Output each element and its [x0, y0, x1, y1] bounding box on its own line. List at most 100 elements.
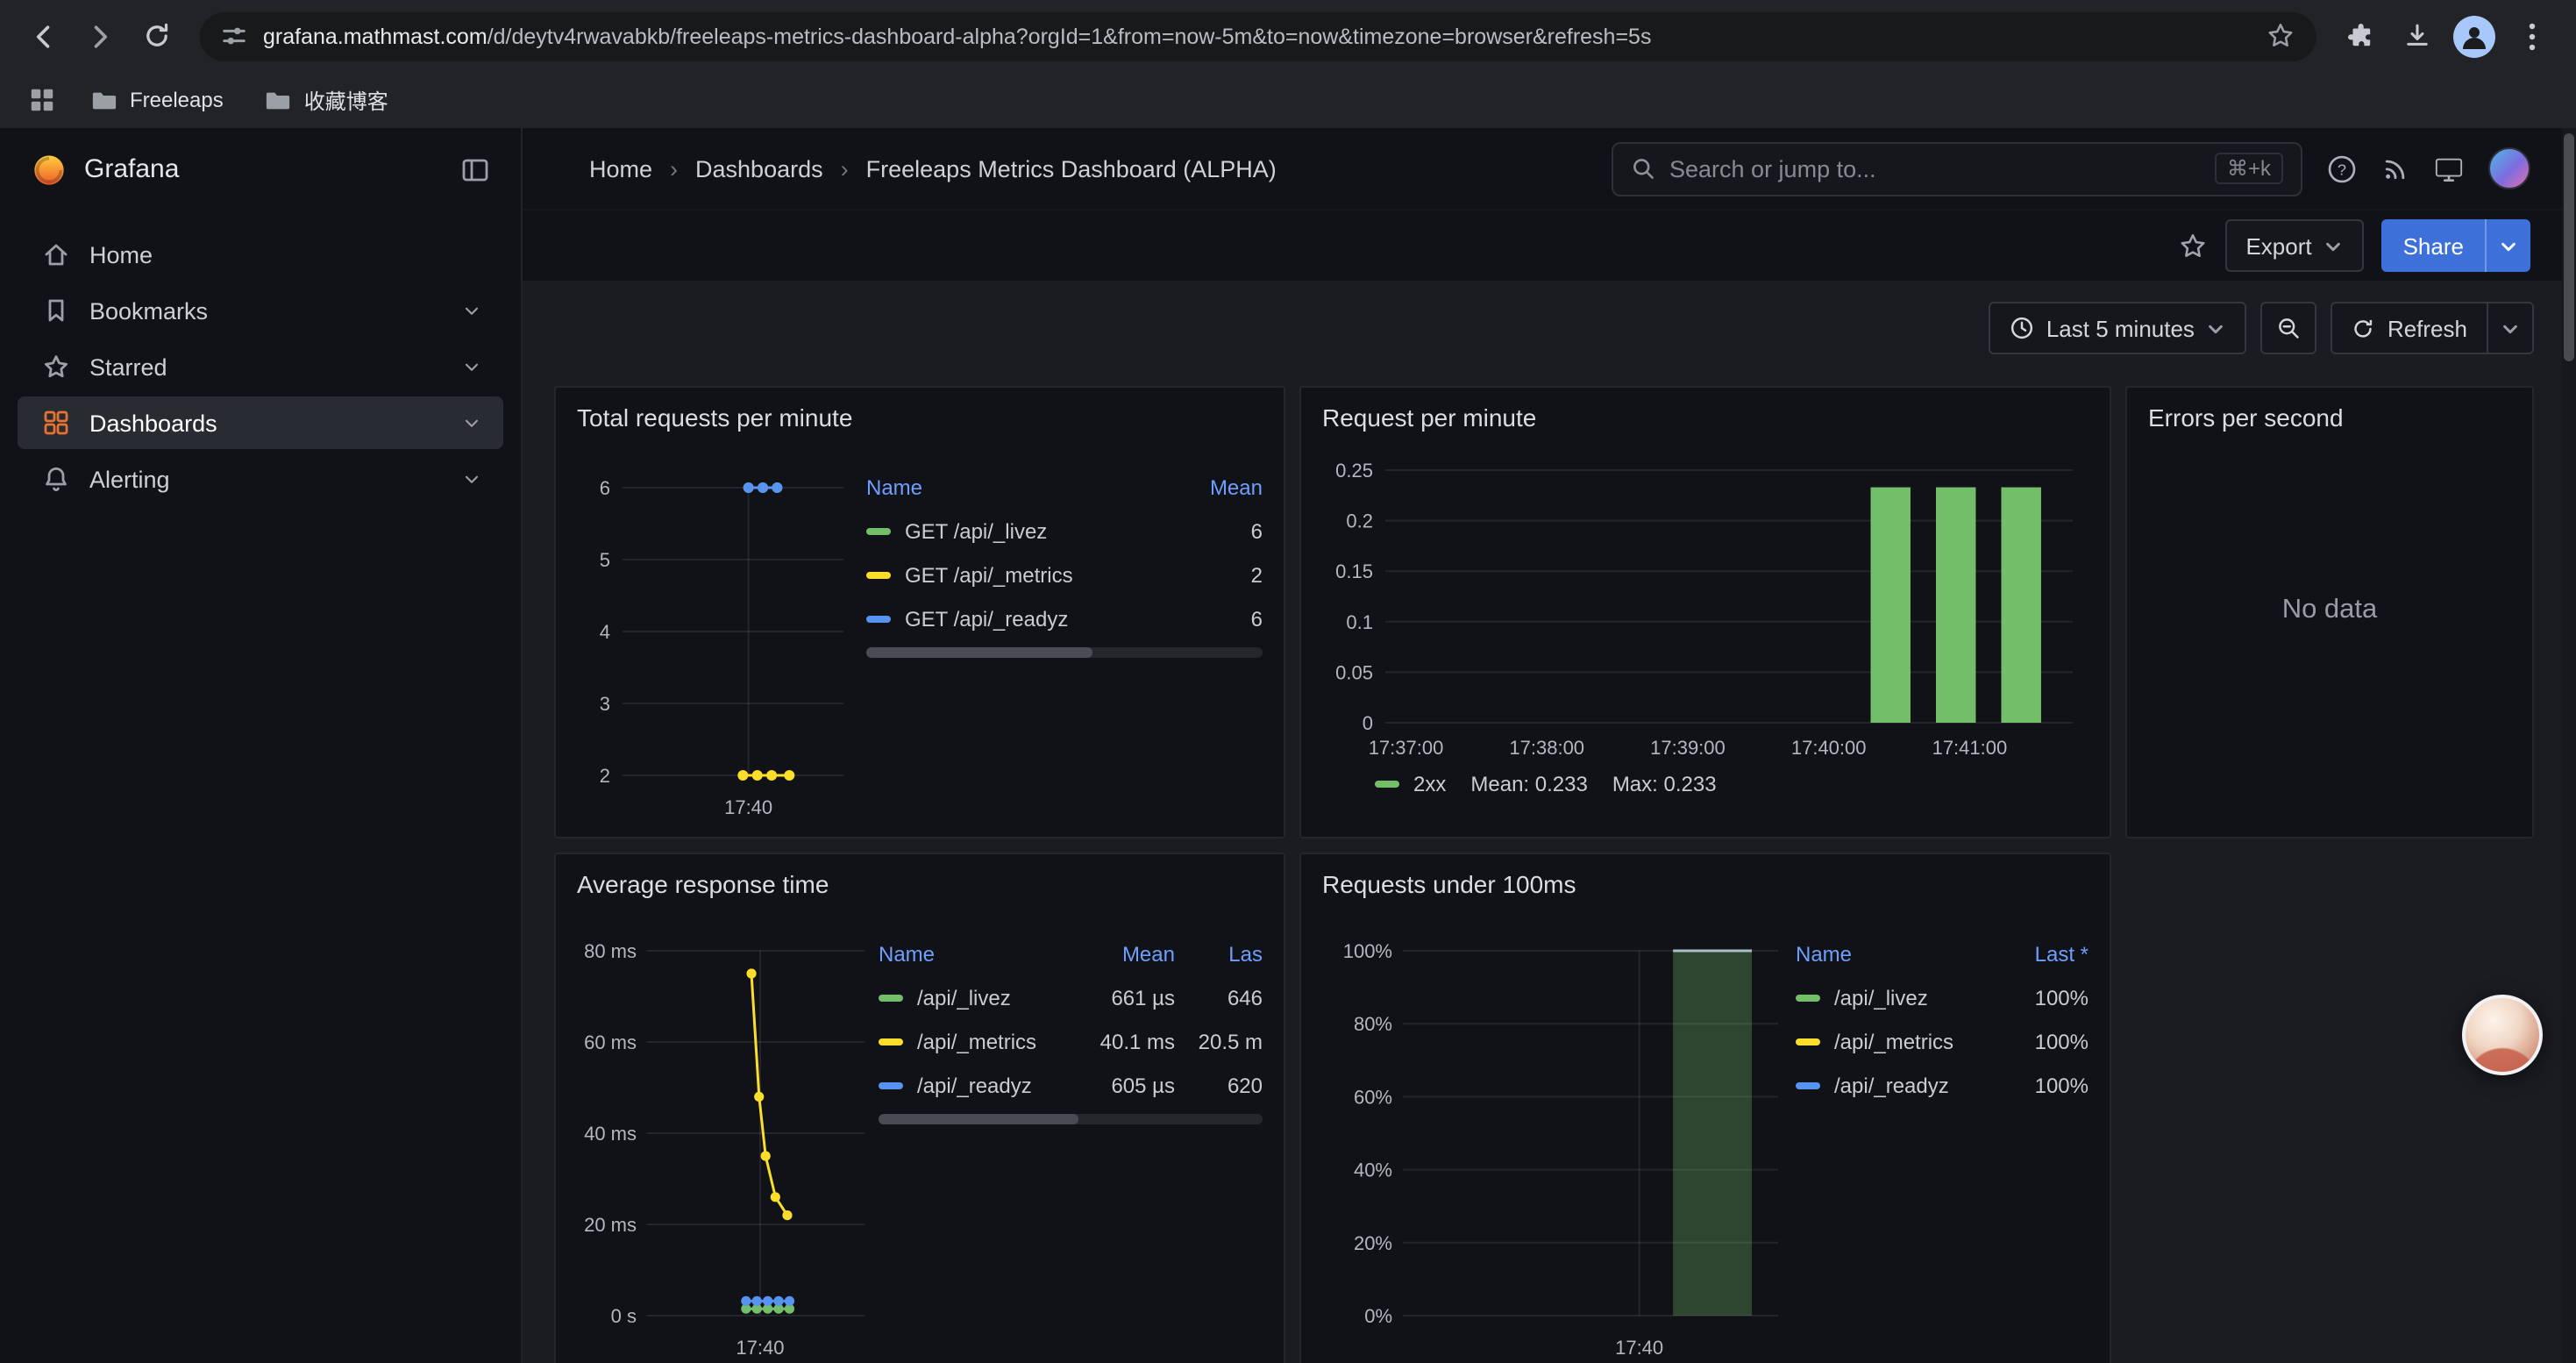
svg-text:20 ms: 20 ms — [584, 1214, 637, 1236]
refresh-interval-dropdown[interactable] — [2488, 302, 2534, 354]
export-button[interactable]: Export — [2224, 219, 2364, 272]
bookmark-folder-freeleaps[interactable]: Freeleaps — [77, 82, 238, 118]
chevron-down-icon[interactable] — [461, 300, 482, 321]
scrollbar-thumb[interactable] — [2564, 133, 2574, 361]
help-icon[interactable]: ? — [2327, 153, 2357, 183]
search-input[interactable]: Search or jump to... ⌘+k — [1612, 141, 2302, 196]
forward-icon[interactable] — [74, 10, 126, 62]
sidebar-item-alerting[interactable]: Alerting — [18, 453, 503, 505]
monitor-icon[interactable] — [2434, 153, 2464, 183]
chevron-down-icon[interactable] — [461, 468, 482, 489]
floating-assistant-avatar[interactable] — [2462, 995, 2543, 1075]
series-color-dash — [1796, 1081, 1820, 1088]
chevron-down-icon[interactable] — [461, 356, 482, 377]
breadcrumb-home[interactable]: Home — [589, 155, 652, 182]
series-name[interactable]: GET /api/_livez — [905, 518, 1047, 543]
sidebar-item-home[interactable]: Home — [18, 228, 503, 281]
folder-icon — [91, 87, 117, 113]
grafana-logo[interactable] — [32, 152, 67, 187]
news-rss-icon[interactable] — [2381, 154, 2409, 182]
legend-column-header[interactable]: Last * — [1997, 942, 2089, 967]
scrollbar-thumb[interactable] — [866, 647, 1092, 658]
svg-text:60%: 60% — [1354, 1086, 1392, 1108]
bookmark-star-icon[interactable] — [2266, 21, 2295, 51]
back-icon[interactable] — [18, 10, 70, 62]
bookmark-icon — [42, 296, 70, 325]
no-data-message: No data — [2282, 595, 2378, 626]
panel-average-response-time: Average response time 80 ms60 ms40 ms20 … — [554, 853, 1285, 1363]
series-name[interactable]: /api/_livez — [917, 985, 1011, 1010]
svg-text:5: 5 — [600, 549, 610, 571]
line-chart[interactable]: 6543217:40 — [577, 463, 856, 828]
user-avatar[interactable] — [2488, 147, 2530, 189]
extensions-icon[interactable] — [2334, 10, 2387, 62]
url-bar[interactable]: grafana.mathmast.com/d/deytv4rwavabkb/fr… — [200, 11, 2316, 61]
sidebar-item-bookmarks[interactable]: Bookmarks — [18, 284, 503, 337]
sidebar-item-dashboards[interactable]: Dashboards — [18, 396, 503, 449]
series-name[interactable]: /api/_livez — [1834, 985, 1928, 1010]
series-name[interactable]: /api/_readyz — [1834, 1073, 1949, 1097]
panel-title[interactable]: Average response time — [577, 865, 1263, 902]
share-dropdown-icon[interactable] — [2485, 219, 2530, 272]
sidebar-item-starred[interactable]: Starred — [18, 340, 503, 393]
bar-chart[interactable]: 0.250.20.150.10.05017:37:0017:38:0017:39… — [1322, 449, 2087, 761]
svg-text:0.25: 0.25 — [1335, 460, 1373, 482]
legend-row: /api/_livez661 µs646 — [879, 975, 1263, 1019]
bookmark-folder-blog[interactable]: 收藏博客 — [252, 80, 402, 120]
chevron-down-icon[interactable] — [461, 412, 482, 433]
svg-text:17:40: 17:40 — [736, 1337, 784, 1359]
series-name[interactable]: GET /api/_readyz — [905, 606, 1068, 631]
apps-grid-icon[interactable] — [21, 79, 63, 121]
refresh-label: Refresh — [2387, 315, 2467, 341]
panel-title[interactable]: Total requests per minute — [577, 398, 1263, 435]
bar-chart[interactable]: 100%80%60%40%20%0%17:40 — [1322, 923, 1785, 1363]
panel-title[interactable]: Requests under 100ms — [1322, 865, 2089, 902]
series-value: 40.1 ms — [1070, 1029, 1175, 1053]
line-chart[interactable]: 80 ms60 ms40 ms20 ms0 s17:40 — [577, 923, 868, 1363]
breadcrumb-dashboards[interactable]: Dashboards — [695, 155, 823, 182]
panel-request-per-minute: Request per minute 0.250.20.150.10.05017… — [1299, 386, 2111, 838]
series-name[interactable]: GET /api/_metrics — [905, 562, 1073, 587]
favorite-star-icon[interactable] — [2177, 231, 2207, 260]
refresh-group: Refresh — [2331, 302, 2534, 354]
series-name[interactable]: /api/_metrics — [917, 1029, 1036, 1053]
legend-scrollbar[interactable] — [879, 1114, 1263, 1124]
series-name[interactable]: /api/_readyz — [917, 1073, 1032, 1097]
series-color-dash — [1796, 1038, 1820, 1045]
bookmark-label: 收藏博客 — [304, 85, 388, 115]
series-name[interactable]: 2xx — [1413, 772, 1446, 796]
legend-column-header[interactable]: Mean — [1164, 475, 1263, 500]
refresh-button[interactable]: Refresh — [2331, 302, 2488, 354]
browser-menu-icon[interactable] — [2506, 10, 2558, 62]
svg-text:100%: 100% — [1343, 940, 1392, 962]
time-range-label: Last 5 minutes — [2046, 315, 2195, 341]
chevron-down-icon — [2324, 236, 2344, 255]
dock-sidebar-icon[interactable] — [461, 155, 489, 183]
legend-scrollbar[interactable] — [866, 647, 1263, 658]
page-scrollbar[interactable] — [2562, 128, 2576, 1363]
panel-total-requests: Total requests per minute 6543217:40 Nam… — [554, 386, 1285, 838]
panel-title[interactable]: Errors per second — [2148, 398, 2511, 435]
url-text[interactable]: grafana.mathmast.com/d/deytv4rwavabkb/fr… — [263, 24, 2250, 48]
breadcrumb-current[interactable]: Freeleaps Metrics Dashboard (ALPHA) — [866, 155, 1277, 182]
scrollbar-thumb[interactable] — [879, 1114, 1078, 1124]
series-value: 100% — [1997, 1029, 2089, 1053]
browser-profile-avatar[interactable] — [2453, 15, 2495, 57]
legend-column-header[interactable]: Name — [879, 942, 1059, 967]
time-range-picker[interactable]: Last 5 minutes — [1989, 302, 2247, 354]
refresh-icon — [2352, 317, 2375, 339]
zoom-out-icon[interactable] — [2261, 302, 2317, 354]
share-button[interactable]: Share — [2382, 219, 2485, 272]
panel-title[interactable]: Request per minute — [1322, 398, 2089, 435]
reload-icon[interactable] — [130, 10, 182, 62]
legend-column-header[interactable]: Name — [1796, 942, 1987, 967]
site-info-icon[interactable] — [221, 23, 247, 49]
legend-column-header[interactable]: Las — [1185, 942, 1263, 967]
legend-column-header[interactable]: Mean — [1070, 942, 1175, 967]
sidebar-item-label: Alerting — [89, 466, 442, 492]
legend-column-header[interactable]: Name — [866, 475, 1154, 500]
folder-icon — [266, 87, 292, 113]
downloads-icon[interactable] — [2390, 10, 2443, 62]
series-name[interactable]: /api/_metrics — [1834, 1029, 1953, 1053]
legend-row: GET /api/_livez6 — [866, 509, 1263, 553]
